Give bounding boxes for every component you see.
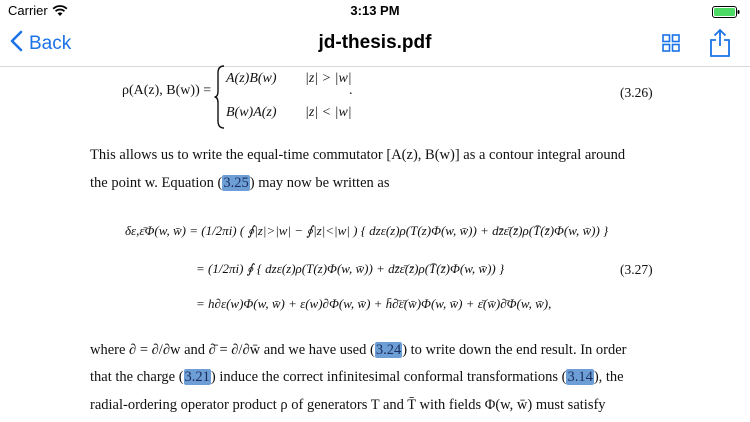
text-fragment: where ∂ = ∂/∂w and ∂̄ = ∂/∂w̄ and we hav… xyxy=(90,342,375,358)
paragraph-2-line-1: where ∂ = ∂/∂w and ∂̄ = ∂/∂w̄ and we hav… xyxy=(90,342,627,359)
eq-3-27-line-3: = h∂ε(w)Φ(w, w̄) + ε(w)∂Φ(w, w̄) + h̄∂̄ε… xyxy=(196,296,552,311)
text-fragment: ) to write down the end result. In order xyxy=(402,342,627,358)
eq-3-26-case1-expr: A(z)B(w) xyxy=(226,71,277,86)
text-fragment: ) may now be written as xyxy=(249,175,390,191)
equation-link-3-14[interactable]: 3.14 xyxy=(566,369,594,385)
text-fragment: ), the xyxy=(593,369,624,385)
thumbnails-button[interactable] xyxy=(662,34,680,57)
chevron-left-icon xyxy=(10,30,23,57)
status-bar: Carrier 3:13 PM xyxy=(0,0,750,22)
eq-3-27-number: (3.27) xyxy=(620,262,653,277)
back-label: Back xyxy=(29,32,72,54)
eq-3-27-line-2: = (1/2πi) ∮ { dzε(z)ρ(T(z)Φ(w, w̄)) + dz… xyxy=(196,261,505,276)
eq-3-27-line-1: δε,ε̄Φ(w, w̄) = (1/2πi) ( ∮|z|>|w| − ∮|z… xyxy=(125,223,609,238)
eq-3-26-number: (3.26) xyxy=(620,85,653,100)
paragraph-2-line-3: radial-ordering operator product ρ of ge… xyxy=(90,397,606,413)
equation-link-3-25[interactable]: 3.25 xyxy=(222,175,250,191)
document-title: jd-thesis.pdf xyxy=(318,32,432,53)
case-brace xyxy=(214,65,226,134)
pdf-page: ρ(A(z), B(w)) = A(z)B(w) |z| > |w| . B(w… xyxy=(0,65,750,422)
back-button[interactable]: Back xyxy=(10,30,71,57)
share-button[interactable] xyxy=(708,28,732,63)
navigation-bar: Back jd-thesis.pdf xyxy=(0,22,750,67)
text-fragment: that the charge ( xyxy=(90,369,184,385)
share-icon xyxy=(708,28,732,62)
paragraph-1-line-1: This allows us to write the equal-time c… xyxy=(90,147,626,163)
eq-3-26-period: . xyxy=(349,83,353,98)
eq-3-26-case2-cond: |z| < |w| xyxy=(305,105,352,120)
battery-icon xyxy=(712,5,740,23)
paragraph-2-line-2: that the charge (3.21) induce the correc… xyxy=(90,369,624,386)
equation-link-3-24[interactable]: 3.24 xyxy=(374,342,403,358)
equation-link-3-21[interactable]: 3.21 xyxy=(183,369,211,385)
eq-3-26-case2-expr: B(w)A(z) xyxy=(226,105,277,120)
eq-3-26-lhs: ρ(A(z), B(w)) = xyxy=(122,83,212,98)
eq-3-26-case1-cond: |z| > |w| xyxy=(305,71,352,86)
paragraph-1-line-2: the point w. Equation (3.25) may now be … xyxy=(90,175,389,192)
clock: 3:13 PM xyxy=(350,3,400,18)
text-fragment: ) induce the correct infinitesimal confo… xyxy=(210,369,567,385)
grid-icon xyxy=(662,34,680,56)
text-fragment: the point w. Equation ( xyxy=(90,175,223,191)
